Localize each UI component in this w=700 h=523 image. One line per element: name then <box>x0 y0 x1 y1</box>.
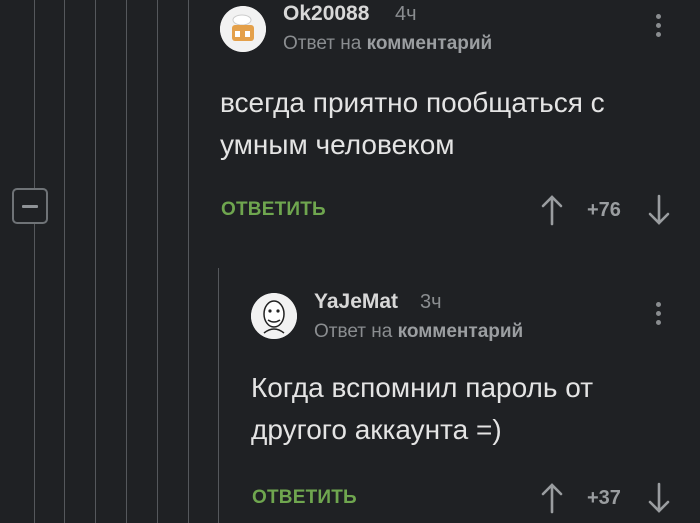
thread-line <box>157 0 158 523</box>
reply-to-prefix: Ответ на <box>314 321 393 342</box>
arrow-down-icon[interactable] <box>647 482 671 514</box>
score: +37 <box>587 487 621 509</box>
arrow-down-icon[interactable] <box>647 194 671 226</box>
thread-line <box>218 268 219 523</box>
username[interactable]: YaJeMat <box>314 290 398 314</box>
avatar-chef-icon <box>220 6 266 52</box>
reply-to-link[interactable]: комментарий <box>398 321 524 342</box>
vertical-dots-icon <box>656 302 661 307</box>
score: +76 <box>587 199 621 221</box>
username[interactable]: Ok20088 <box>283 2 369 26</box>
avatar-meme-face-icon <box>251 293 297 339</box>
reply-button[interactable]: ОТВЕТИТЬ <box>252 487 357 509</box>
comment-menu-button[interactable] <box>656 302 661 325</box>
timestamp: 3ч <box>420 291 442 313</box>
reply-to: Ответ на комментарий <box>283 33 492 55</box>
arrow-up-icon[interactable] <box>540 194 564 226</box>
timestamp: 4ч <box>395 3 417 25</box>
comment-text: Когда вспомнил пароль от другого аккаунт… <box>251 372 594 445</box>
comment-menu-button[interactable] <box>656 14 661 37</box>
thread-line <box>95 0 96 523</box>
thread-line <box>64 0 65 523</box>
thread-line <box>126 0 127 523</box>
thread-line <box>188 0 189 523</box>
thread-line <box>34 0 35 523</box>
reply-to-link[interactable]: комментарий <box>367 33 493 54</box>
arrow-up-icon[interactable] <box>540 482 564 514</box>
reply-to: Ответ на комментарий <box>314 321 523 343</box>
minus-square-icon <box>22 204 38 208</box>
reply-button[interactable]: ОТВЕТИТЬ <box>221 199 326 221</box>
reply-to-prefix: Ответ на <box>283 33 362 54</box>
vertical-dots-icon <box>656 14 661 19</box>
avatar[interactable] <box>220 6 266 52</box>
collapse-thread-button[interactable] <box>12 188 48 224</box>
avatar[interactable] <box>251 293 297 339</box>
comment-text: всегда приятно пообщаться с умным челове… <box>220 87 605 160</box>
